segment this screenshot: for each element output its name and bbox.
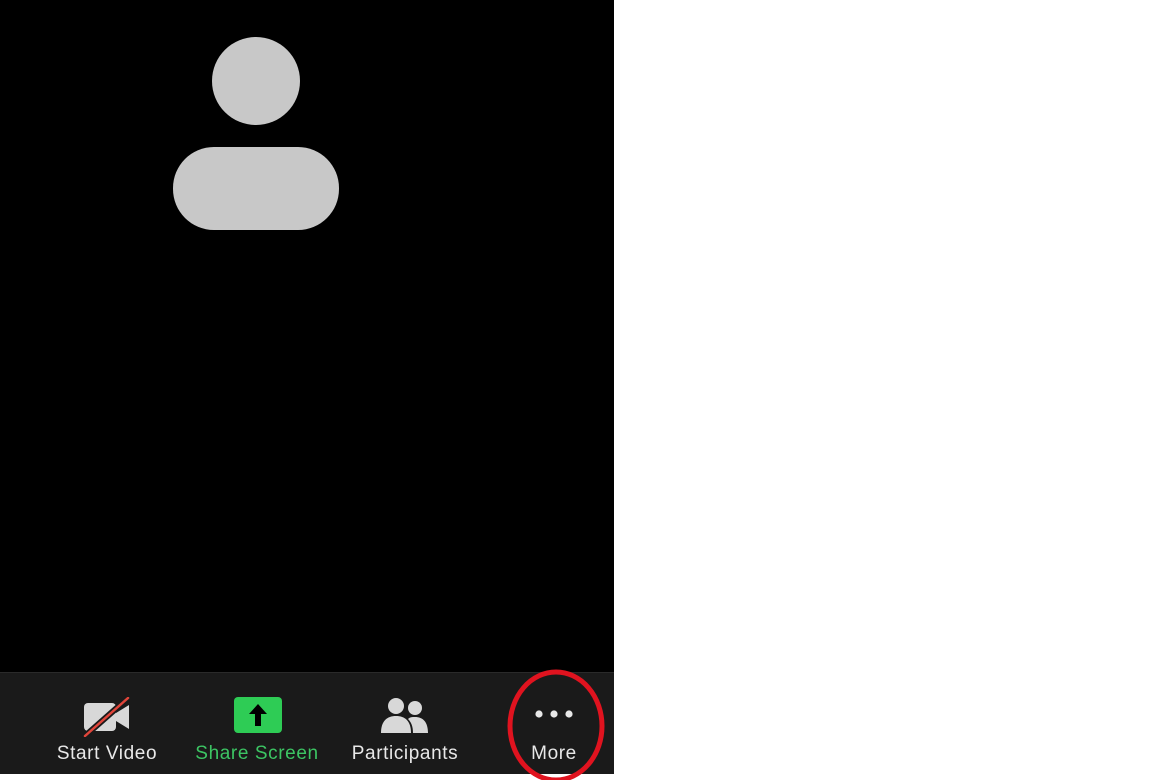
meeting-window: Start Video Share Screen Participants Mo…	[0, 0, 614, 774]
meeting-toolbar: Start Video Share Screen Participants Mo…	[0, 672, 614, 774]
share-screen-label: Share Screen	[195, 743, 319, 764]
share-screen-arrow-icon	[234, 697, 282, 733]
start-video-label: Start Video	[56, 743, 158, 764]
video-area	[0, 0, 614, 672]
video-off-icon	[83, 697, 130, 737]
avatar-placeholder-icon	[173, 37, 339, 230]
more-button[interactable]: More	[508, 673, 600, 775]
more-dots-icon	[535, 710, 573, 718]
share-screen-button[interactable]: Share Screen	[186, 673, 328, 775]
more-label: More	[531, 743, 577, 764]
start-video-button[interactable]: Start Video	[42, 673, 172, 775]
participants-icon	[381, 698, 428, 733]
participants-label: Participants	[351, 743, 459, 764]
participants-button[interactable]: Participants	[340, 673, 470, 775]
